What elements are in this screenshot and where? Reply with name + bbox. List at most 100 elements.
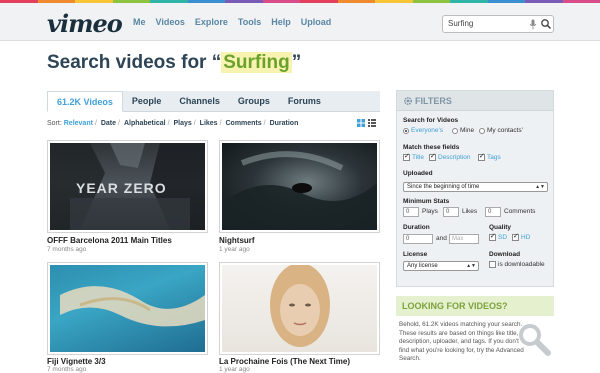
nav-videos[interactable]: Videos <box>156 17 185 27</box>
thumbnail-overlay-text: YEAR ZERO <box>76 180 167 196</box>
nav-upload[interactable]: Upload <box>301 17 332 27</box>
license-select-value: Any license <box>407 263 438 269</box>
duration-label: Duration <box>403 224 430 231</box>
video-title[interactable]: La Prochaine Fois (The Next Time) <box>219 357 350 366</box>
plays-label: Plays <box>422 208 438 215</box>
sort-bar: Sort: Relevant / Date / Alphabetical / Play… <box>47 120 299 127</box>
checkbox-sd[interactable] <box>489 232 496 241</box>
sort-relevant[interactable]: Relevant <box>64 120 93 127</box>
checkbox-hd[interactable] <box>512 232 519 241</box>
min-stats-label: Minimum Stats <box>403 198 450 205</box>
tab-groups[interactable]: Groups <box>229 91 279 112</box>
radio-everyones[interactable] <box>403 128 409 134</box>
looking-header: LOOKING FOR VIDEOS? <box>396 296 554 316</box>
min-plays-input[interactable]: 0 <box>403 207 419 217</box>
min-likes-input[interactable]: 0 <box>443 207 459 217</box>
video-thumbnail[interactable] <box>219 262 380 355</box>
sort-label: Sort: <box>47 120 62 127</box>
video-age: 1 year ago <box>219 246 250 253</box>
sort-plays[interactable]: Plays <box>173 120 191 127</box>
microphone-icon[interactable] <box>529 19 537 30</box>
uploaded-select-value: Since the beginning of time <box>407 184 480 190</box>
vimeo-logo[interactable]: vimeo <box>47 9 123 38</box>
checkbox-title-label: Title <box>412 154 425 161</box>
nav-me[interactable]: Me <box>133 17 146 27</box>
uploaded-select[interactable]: Since the beginning of time ▲▼ <box>403 182 548 192</box>
duration-min-input[interactable]: 0 <box>403 234 433 244</box>
tab-forums[interactable]: Forums <box>279 91 330 112</box>
checkbox-hd-label: HD <box>521 234 531 241</box>
comments-label: Comments <box>504 208 536 215</box>
filters-header[interactable]: FILTERS <box>397 91 553 111</box>
tab-people[interactable]: People <box>123 91 171 112</box>
radio-everyones-label: Everyone's <box>411 127 443 134</box>
video-title[interactable]: Fiji Vignette 3/3 <box>47 357 106 366</box>
title-prefix: Search videos for “ <box>47 52 222 73</box>
tab-channels[interactable]: Channels <box>170 91 229 112</box>
radio-my-contacts-label: My contacts' <box>487 127 523 134</box>
search-icon[interactable] <box>540 18 552 30</box>
video-thumbnail[interactable]: YEAR ZERO <box>47 140 208 233</box>
checkbox-tags-label: Tags <box>487 154 501 161</box>
view-toggle <box>357 119 376 127</box>
min-comments-input[interactable]: 0 <box>485 207 501 217</box>
license-select[interactable]: Any license ▲▼ <box>403 261 479 271</box>
checkbox-description-label: Description <box>438 154 471 161</box>
looking-body-text: Behold, 61.2K videos matching your searc… <box>399 321 524 363</box>
search-input[interactable]: Surfing <box>442 15 554 33</box>
checkbox-downloadable-label: is downloadable <box>498 261 545 268</box>
duration-max-input[interactable]: Max <box>449 234 479 244</box>
video-thumbnail[interactable] <box>47 262 208 355</box>
tab-videos[interactable]: 61.2K Videos <box>47 91 123 112</box>
result-tabs: 61.2K Videos People Channels Groups Foru… <box>47 91 380 112</box>
sort-date[interactable]: Date <box>101 120 116 127</box>
checkbox-sd-label: SD <box>498 234 508 241</box>
radio-mine-label: Mine <box>460 127 475 134</box>
page-title: Search videos for “Surfing” <box>47 52 301 74</box>
title-suffix: ” <box>291 52 302 73</box>
chevron-down-icon: ▲▼ <box>535 184 545 190</box>
chevron-down-icon: ▲▼ <box>466 263 476 269</box>
gear-icon <box>403 96 413 106</box>
video-thumbnail[interactable] <box>219 140 380 233</box>
filters-panel: FILTERS Search for Videos Everyone's Min… <box>396 90 554 287</box>
sort-duration[interactable]: Duration <box>270 120 299 127</box>
looking-heading: LOOKING FOR VIDEOS? <box>402 301 508 311</box>
nav-help[interactable]: Help <box>271 17 291 27</box>
license-label: License <box>403 251 428 258</box>
nav-tools[interactable]: Tools <box>238 17 261 27</box>
sort-likes[interactable]: Likes <box>200 120 218 127</box>
site-header: vimeo Me Videos Explore Tools Help Uploa… <box>0 3 600 41</box>
nav-explore[interactable]: Explore <box>195 17 228 27</box>
video-age: 7 months ago <box>47 246 87 253</box>
search-input-value: Surfing <box>448 19 474 28</box>
checkbox-title[interactable] <box>403 152 410 161</box>
download-label: Download <box>489 251 521 258</box>
thumbnail-artwork <box>270 265 330 347</box>
sort-comments[interactable]: Comments <box>225 120 261 127</box>
radio-my-contacts[interactable] <box>479 128 485 134</box>
duration-and-label: and <box>436 235 447 242</box>
grid-view-icon[interactable] <box>357 119 365 127</box>
uploaded-label: Uploaded <box>403 170 433 177</box>
video-age: 7 months ago <box>47 366 87 373</box>
radio-mine[interactable] <box>452 128 458 134</box>
match-fields-label: Match these fields <box>403 144 460 151</box>
search-for-label: Search for Videos <box>403 117 459 124</box>
title-query-highlight: Surfing <box>221 52 292 73</box>
quality-label: Quality <box>489 224 512 231</box>
thumbnail-artwork <box>60 286 205 327</box>
list-view-icon[interactable] <box>368 119 376 127</box>
sort-alphabetical[interactable]: Alphabetical <box>124 120 166 127</box>
likes-label: Likes <box>462 208 478 215</box>
thumbnail-artwork <box>222 151 377 230</box>
looking-for-videos-box: LOOKING FOR VIDEOS? Behold, 61.2K videos… <box>396 296 554 373</box>
video-title[interactable]: Nightsurf <box>219 236 255 245</box>
video-title[interactable]: OFFF Barcelona 2011 Main Titles <box>47 236 172 245</box>
magnifier-icon <box>519 324 551 356</box>
video-age: 1 year ago <box>219 366 250 373</box>
checkbox-tags[interactable] <box>478 152 485 161</box>
main-nav: Me Videos Explore Tools Help Upload <box>133 17 341 27</box>
checkbox-description[interactable] <box>429 152 436 161</box>
checkbox-downloadable[interactable] <box>489 261 496 268</box>
